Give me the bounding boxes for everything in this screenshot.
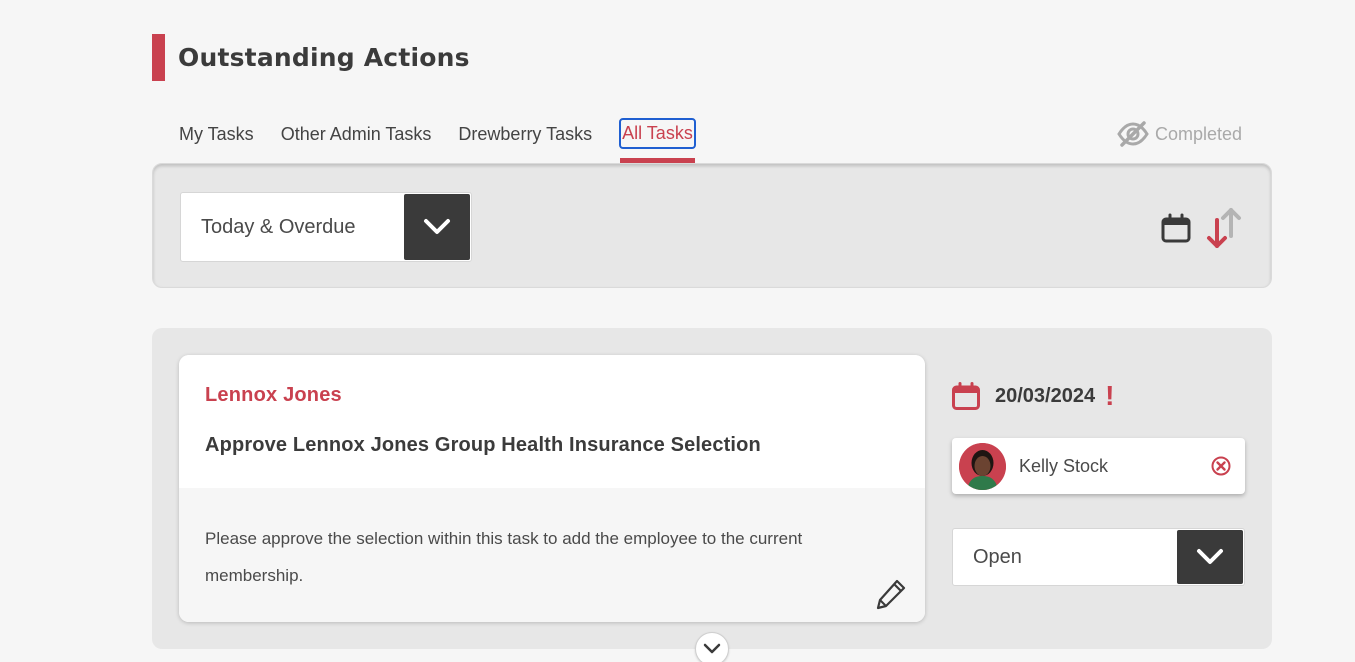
due-date-row: 20/03/2024 ! <box>952 380 1245 412</box>
status-value: Open <box>973 545 1022 568</box>
date-filter-value: Today & Overdue <box>201 215 356 238</box>
due-date: 20/03/2024 <box>995 384 1096 407</box>
tab-my-tasks[interactable]: My Tasks <box>179 118 254 150</box>
task-panel: Lennox Jones Approve Lennox Jones Group … <box>152 328 1272 649</box>
expand-task-button[interactable] <box>695 632 729 662</box>
tab-all-tasks[interactable]: All Tasks <box>619 118 696 164</box>
task-person-name[interactable]: Lennox Jones <box>205 384 899 407</box>
tab-drewberry-tasks[interactable]: Drewberry Tasks <box>458 118 592 150</box>
assignee-name: Kelly Stock <box>1019 455 1109 476</box>
status-select[interactable]: Open <box>952 528 1245 586</box>
completed-toggle[interactable]: Completed <box>1117 120 1242 148</box>
task-description: Please approve the selection within this… <box>205 529 803 585</box>
calendar-icon <box>952 382 980 410</box>
eye-slash-icon <box>1117 121 1149 147</box>
chevron-down-icon <box>703 643 721 654</box>
avatar <box>959 442 1006 490</box>
task-title: Approve Lennox Jones Group Health Insura… <box>205 434 761 456</box>
date-filter-dropdown-button[interactable] <box>404 194 470 260</box>
pencil-icon[interactable] <box>875 578 907 610</box>
chevron-down-icon <box>424 219 450 234</box>
calendar-icon[interactable] <box>1161 213 1191 243</box>
sort-arrows-icon[interactable] <box>1203 206 1245 250</box>
tab-other-admin-tasks[interactable]: Other Admin Tasks <box>281 118 432 150</box>
task-card[interactable]: Lennox Jones Approve Lennox Jones Group … <box>179 355 925 622</box>
task-card-header: Lennox Jones Approve Lennox Jones Group … <box>179 355 925 488</box>
sort-controls <box>1161 206 1245 250</box>
overdue-exclamation-icon: ! <box>1105 380 1115 411</box>
page-title: Outstanding Actions <box>178 43 470 72</box>
date-filter-select[interactable]: Today & Overdue <box>180 192 472 262</box>
status-dropdown-button[interactable] <box>1177 530 1243 584</box>
chevron-down-icon <box>1197 549 1223 564</box>
task-card-body: Please approve the selection within this… <box>179 488 925 622</box>
remove-assignee-icon[interactable] <box>1211 456 1231 476</box>
page-header: Outstanding Actions <box>152 34 470 81</box>
assignee-chip[interactable]: Kelly Stock <box>952 438 1245 494</box>
completed-label: Completed <box>1155 123 1243 144</box>
task-side-panel: 20/03/2024 ! Kelly Stock Open <box>952 380 1245 586</box>
task-tabs: My Tasks Other Admin Tasks Drewberry Tas… <box>179 118 723 164</box>
filter-panel: Today & Overdue <box>152 163 1272 288</box>
header-accent-bar <box>152 34 165 81</box>
